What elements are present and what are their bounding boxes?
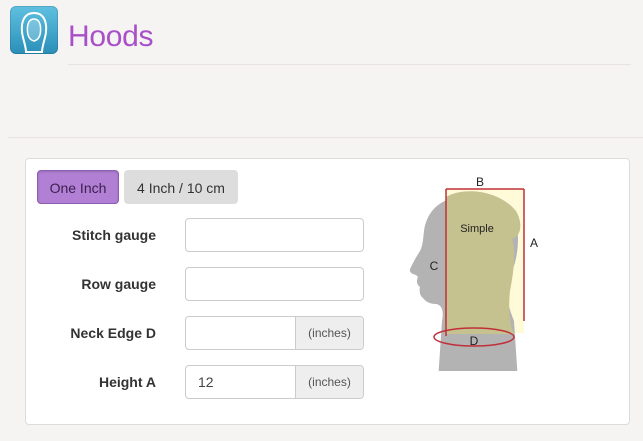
neck-edge-group: (inches) [185,316,364,350]
row-gauge-input[interactable] [185,267,364,301]
section-divider [8,137,643,138]
hood-diagram: B A C D Simple [409,175,538,371]
stitch-gauge-input[interactable] [185,218,364,252]
tab-one-inch[interactable]: One Inch [37,170,119,204]
page-title: Hoods [68,20,154,53]
neck-edge-label: Neck Edge D [70,325,156,341]
height-label: Height A [98,374,156,390]
calculator-card: One Inch 4 Inch / 10 cm Stitch gauge Row… [25,158,630,425]
page-header: Hoods [0,0,643,66]
hood-fill [446,191,521,334]
title-divider [68,64,631,65]
label-c: C [430,259,439,273]
stitch-gauge-label: Stitch gauge [71,227,156,243]
label-d: D [470,334,479,348]
height-group: 12 (inches) [185,365,364,399]
row-gauge-label: Row gauge [81,276,156,292]
label-b: B [476,175,484,189]
neck-edge-unit: (inches) [295,317,363,349]
tab-four-inch[interactable]: 4 Inch / 10 cm [124,170,238,204]
height-unit: (inches) [295,366,363,398]
label-a: A [530,236,538,250]
neck-edge-input[interactable] [186,317,296,349]
style-label: Simple [460,223,494,235]
hood-icon [10,6,58,54]
height-input[interactable]: 12 [186,366,296,398]
